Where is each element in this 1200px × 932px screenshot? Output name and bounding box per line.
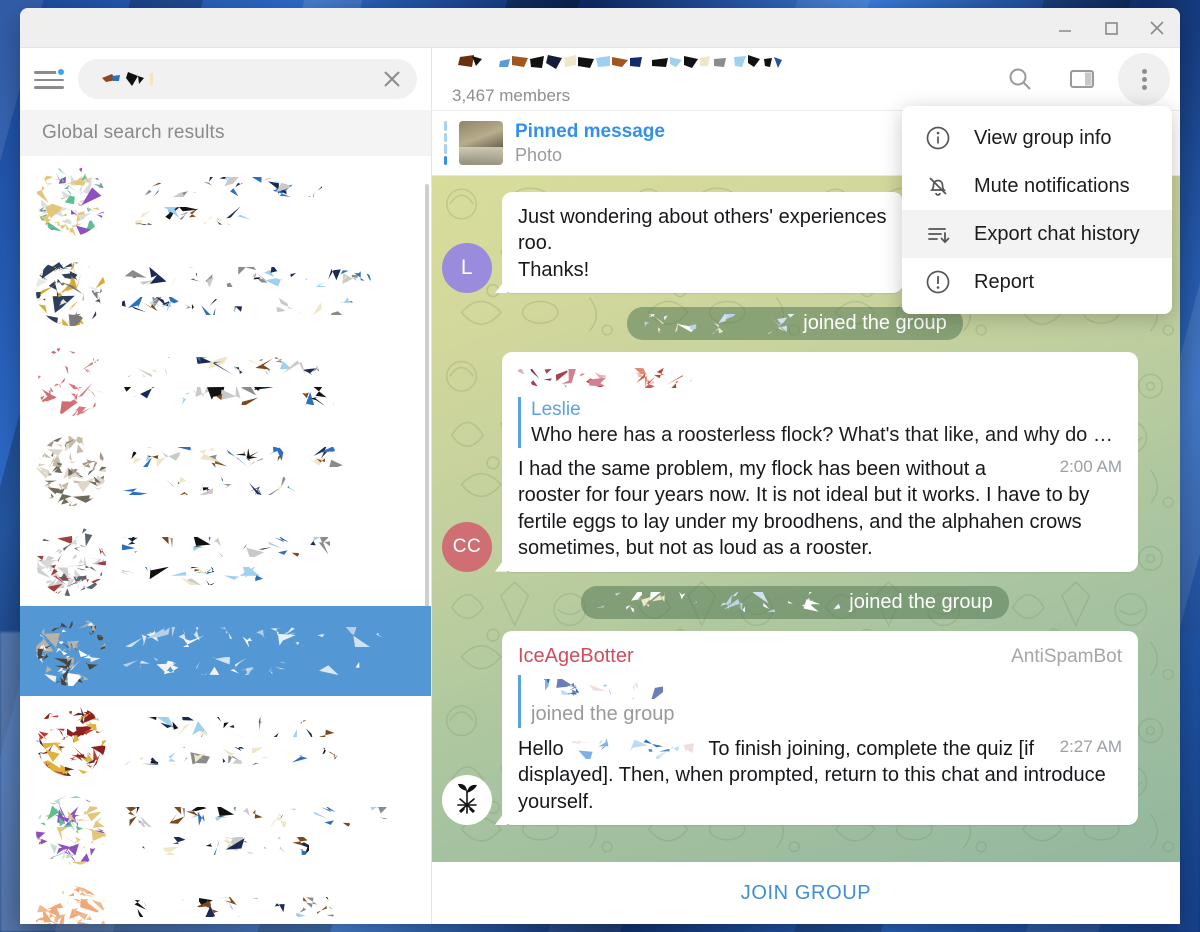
minimize-button[interactable] [1042, 8, 1088, 48]
service-message-text: joined the group [849, 590, 993, 613]
avatar[interactable]: CC [442, 521, 492, 572]
menu-item-report[interactable]: Report [902, 258, 1172, 306]
chat-list-item[interactable] [20, 786, 431, 876]
toggle-sidebar-icon[interactable] [1056, 53, 1108, 105]
chat-pane: 3,467 members Pinned message Photo L Jus… [432, 48, 1180, 924]
hamburger-menu-icon[interactable] [34, 67, 66, 91]
sender-name: IceAgeBotter [518, 644, 634, 667]
unread-badge-dot [56, 67, 66, 77]
pinned-subtitle: Photo [515, 144, 563, 165]
message-bubble[interactable]: Just wondering about others' experiences… [502, 192, 903, 294]
chat-list-item[interactable] [20, 156, 431, 246]
telegram-window: Global search results 3,467 members Pinn… [20, 8, 1180, 924]
chat-list-item-text-redacted [122, 447, 417, 495]
chat-list-item[interactable] [20, 426, 431, 516]
reply-text: joined the group [531, 703, 675, 726]
menu-item-label: Report [974, 270, 1035, 293]
info-circle-icon [924, 124, 952, 152]
search-input[interactable] [78, 59, 417, 99]
reply-quote[interactable]: Leslie Who here has a roosterless flock? … [518, 396, 1122, 449]
sender-name-redacted [518, 364, 1122, 390]
via-bot-label: AntiSpamBot [1011, 645, 1122, 667]
menu-item-label: View group info [974, 126, 1112, 149]
chat-list-item-text-redacted [122, 807, 417, 855]
sidebar-toolbar [20, 48, 431, 110]
message-time: 2:00 AM [1059, 457, 1122, 477]
pinned-indicator [444, 121, 447, 165]
message-row[interactable]: CC Leslie Who here has a roosterless flock… [432, 352, 1158, 583]
search-icon[interactable] [994, 53, 1046, 105]
chat-list-item[interactable] [20, 606, 431, 696]
chat-title-redacted [452, 53, 984, 82]
reply-author: Leslie [531, 398, 581, 420]
pinned-title: Pinned message [515, 120, 665, 142]
message-bubble[interactable]: Leslie Who here has a roosterless flock? … [502, 352, 1138, 572]
more-options-icon[interactable] [1118, 53, 1170, 105]
sidebar: Global search results [20, 48, 432, 924]
chat-title-block[interactable]: 3,467 members [452, 53, 984, 106]
message-bubble[interactable]: IceAgeBotter AntiSpamBot joined the group 2… [502, 630, 1138, 825]
avatar[interactable]: L [442, 243, 492, 294]
report-exclaim-icon [924, 268, 952, 296]
search-value-redacted [98, 68, 373, 90]
chat-list-item[interactable] [20, 516, 431, 606]
window-titlebar [20, 8, 1180, 48]
chat-list-item[interactable] [20, 876, 431, 924]
message-text: 2:27 AM Hello To finish joining, complete… [518, 736, 1122, 815]
menu-item-view-group-info[interactable]: View group info [902, 114, 1172, 162]
chat-list-item[interactable] [20, 336, 431, 426]
message-text: Just wondering about others' experiences [518, 206, 887, 228]
chat-list-item-text-redacted [122, 177, 417, 225]
menu-item-export-chat-history[interactable]: Export chat history [902, 210, 1172, 258]
chat-list-item-text-redacted [122, 717, 417, 765]
chat-header: 3,467 members [432, 48, 1180, 110]
message-row[interactable]: IceAgeBotter AntiSpamBot joined the group 2… [432, 630, 1158, 837]
join-group-button[interactable]: JOIN GROUP [432, 862, 1180, 924]
chat-list-item-text-redacted [122, 267, 417, 315]
close-button[interactable] [1134, 8, 1180, 48]
snowflake-plant-icon [457, 783, 477, 814]
mute-bell-icon [924, 172, 952, 200]
service-message-text: joined the group [803, 312, 947, 335]
chat-list-item[interactable] [20, 696, 431, 786]
menu-item-mute-notifications[interactable]: Mute notifications [902, 162, 1172, 210]
menu-item-label: Export chat history [974, 222, 1140, 245]
service-message-pill: joined the group [581, 585, 1009, 619]
chat-list-item[interactable] [20, 246, 431, 336]
chat-list-item-text-redacted [122, 897, 417, 924]
message-text: 2:00 AM I had the same problem, my flock … [518, 457, 1122, 560]
maximize-button[interactable] [1088, 8, 1134, 48]
clear-search-icon[interactable] [381, 68, 403, 90]
reply-text: Who here has a roosterless flock? What's… [531, 423, 1113, 446]
export-download-icon [924, 220, 952, 248]
reply-quote[interactable]: joined the group [518, 674, 1122, 728]
chat-list-item-text-redacted [122, 537, 417, 585]
pinned-thumbnail [459, 121, 503, 165]
chat-options-menu[interactable]: View group info Mute notifications Export … [902, 106, 1172, 314]
service-message: joined the group [432, 584, 1158, 631]
chat-list-item-text-redacted [122, 627, 417, 675]
global-search-results-header: Global search results [20, 110, 431, 156]
chat-list-item-text-redacted [122, 357, 417, 405]
member-count: 3,467 members [452, 85, 571, 105]
menu-item-label: Mute notifications [974, 174, 1130, 197]
message-time: 2:27 AM [1059, 736, 1122, 756]
message-text: roo. [518, 232, 553, 255]
avatar[interactable] [442, 774, 492, 825]
message-text: Thanks! [518, 258, 590, 281]
reply-author-redacted [531, 675, 1122, 701]
chat-list[interactable] [20, 156, 431, 924]
